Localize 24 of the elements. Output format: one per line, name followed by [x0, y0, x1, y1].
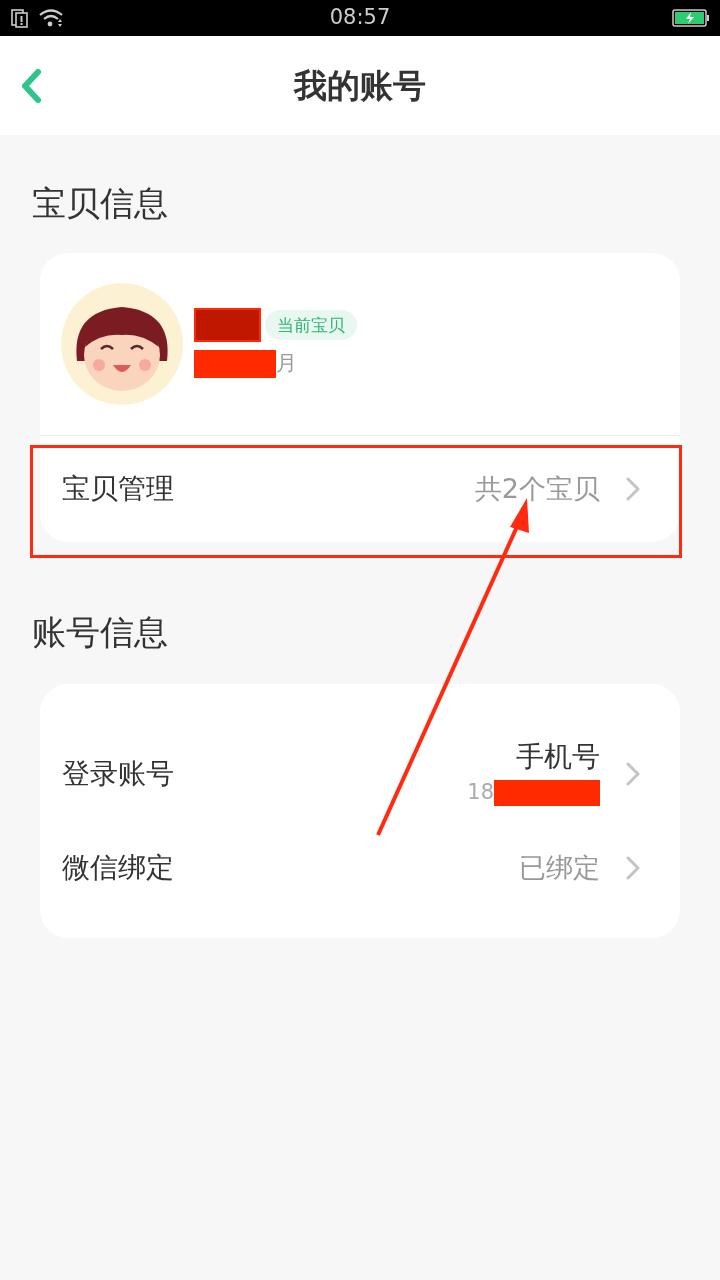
chevron-right-icon — [626, 477, 640, 501]
row-value: 已绑定 — [519, 850, 600, 885]
sim-alert-icon — [10, 8, 30, 28]
chevron-right-icon — [626, 762, 640, 786]
list-row[interactable]: 登录账号 手机号 18 — [40, 724, 680, 824]
list-row[interactable]: 微信绑定 已绑定 — [40, 824, 680, 912]
battery-charging-icon — [672, 8, 710, 28]
clock-time: 08:57 — [328, 4, 392, 32]
list-row[interactable]: 宝贝管理 共2个宝贝 — [40, 436, 680, 542]
age-text: 月 — [276, 350, 297, 378]
current-baby-badge: 当前宝贝 — [265, 310, 357, 341]
row-value: 手机号 — [516, 739, 600, 776]
back-icon — [20, 67, 42, 104]
row-label: 登录账号 — [62, 756, 174, 792]
row-label: 微信绑定 — [62, 850, 174, 886]
phone-number-text: 18 — [467, 779, 494, 807]
page-title: 我的账号 — [292, 64, 427, 107]
wifi-icon — [38, 7, 64, 29]
redaction-block — [194, 308, 261, 343]
section-title: 宝贝信息 — [32, 182, 169, 225]
row-label: 宝贝管理 — [62, 471, 174, 507]
section-title: 账号信息 — [32, 611, 169, 654]
chevron-right-icon — [626, 856, 640, 880]
row-value: 共2个宝贝 — [474, 471, 600, 506]
